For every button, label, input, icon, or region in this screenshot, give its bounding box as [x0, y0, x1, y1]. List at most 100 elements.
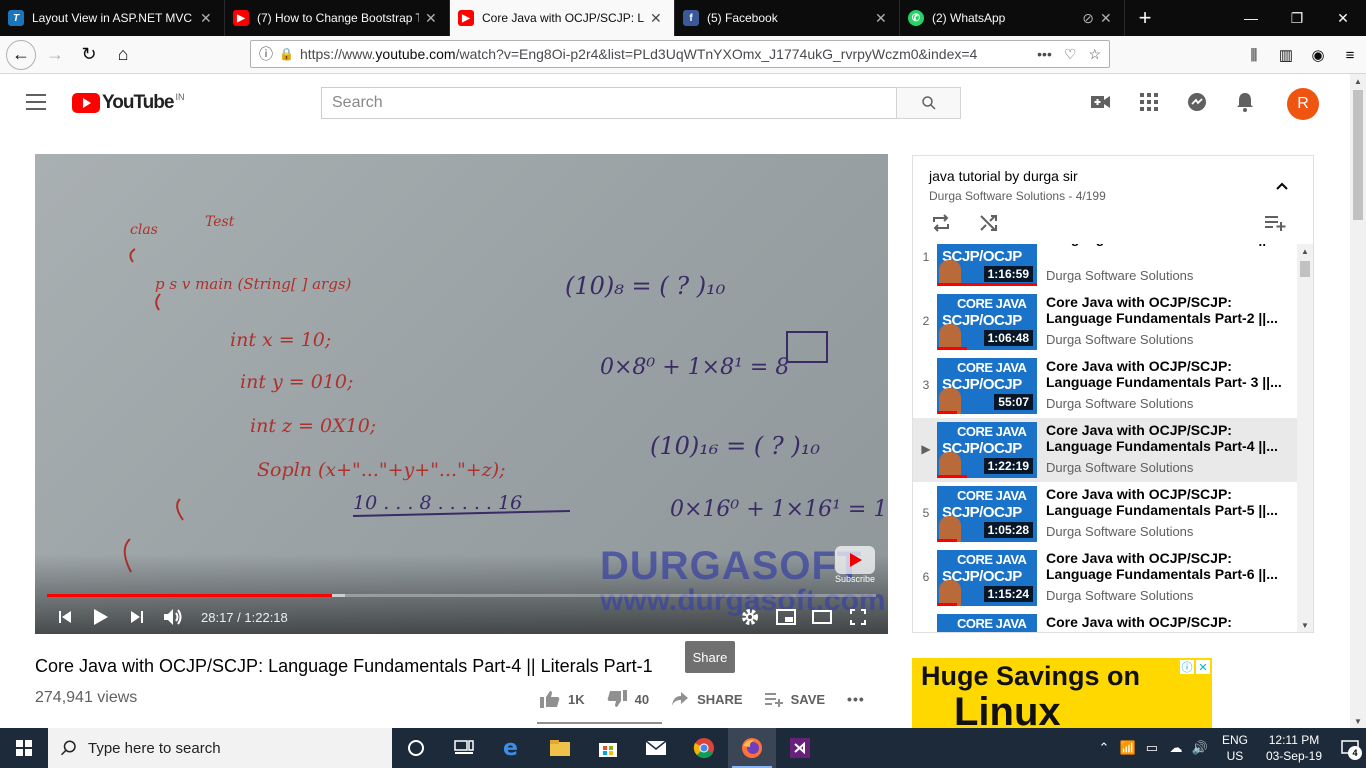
shuffle-icon[interactable] [979, 214, 999, 237]
apps-grid-icon[interactable] [1137, 90, 1161, 114]
mail-icon[interactable] [632, 728, 680, 768]
next-button[interactable] [119, 600, 155, 634]
fullscreen-button[interactable] [840, 600, 876, 634]
edge-browser-icon[interactable]: e [488, 728, 536, 768]
miniplayer-button[interactable] [768, 600, 804, 634]
show-hidden-icons-chevron-icon[interactable]: ⌃ [1092, 740, 1116, 756]
firefox-icon[interactable] [728, 728, 776, 768]
store-icon[interactable] [584, 728, 632, 768]
start-button[interactable] [0, 728, 48, 768]
forward-button[interactable]: → [40, 40, 70, 70]
more-actions-icon[interactable]: ••• [847, 691, 865, 707]
lock-icon[interactable]: 🔒 [279, 47, 294, 61]
chrome-icon[interactable] [680, 728, 728, 768]
browser-tab[interactable]: ▶ (7) How to Change Bootstrap T ✕ [225, 0, 450, 36]
action-center-icon[interactable]: 4 [1334, 728, 1366, 768]
back-button[interactable]: ← [6, 39, 36, 70]
page-actions-icon[interactable]: ••• [1037, 46, 1052, 63]
file-explorer-icon[interactable] [536, 728, 584, 768]
theater-mode-button[interactable] [804, 600, 840, 634]
playlist-item[interactable]: 3 CORE JAVA SCJP/OCJP 55:07 Core Java with O… [913, 354, 1297, 418]
info-icon[interactable]: ⓘ [259, 44, 273, 64]
scroll-up-icon[interactable]: ▲ [1350, 74, 1366, 88]
close-tab-icon[interactable]: ✕ [875, 10, 891, 27]
home-button[interactable]: ⌂ [108, 40, 138, 70]
task-view-icon[interactable] [440, 728, 488, 768]
ad-close-icon[interactable]: ✕ [1196, 660, 1210, 674]
new-tab-button[interactable]: + [1125, 0, 1165, 36]
sidebar-icon[interactable]: ▥ [1270, 40, 1302, 70]
visual-studio-icon[interactable] [776, 728, 824, 768]
reload-button[interactable]: ↻ [74, 40, 104, 70]
video-thumbnail[interactable]: CORE JAVA SCJP/OCJP 1:06:48 [937, 294, 1037, 350]
playlist-item[interactable]: 5 CORE JAVA SCJP/OCJP 1:05:28 Core Java with… [913, 482, 1297, 546]
loop-icon[interactable] [931, 214, 951, 237]
browser-tab-active[interactable]: ▶ Core Java with OCJP/SCJP: Lan ✕ [450, 0, 675, 36]
close-tab-icon[interactable]: ✕ [425, 10, 441, 27]
browser-tab[interactable]: f (5) Facebook ✕ [675, 0, 900, 36]
account-icon[interactable]: ◉ [1302, 40, 1334, 70]
mute-tab-icon[interactable]: ⊘ [1082, 10, 1094, 27]
pocket-icon[interactable]: ♡ [1064, 46, 1077, 63]
scroll-down-icon[interactable]: ▼ [1350, 714, 1366, 728]
share-button[interactable]: SHARE [671, 691, 743, 707]
video-thumbnail[interactable]: CORE JAVASCJP/OCJP1:16:59 [937, 244, 1037, 286]
taskbar-search-input[interactable]: Type here to search [48, 728, 392, 768]
ad-banner[interactable]: Huge Savings on Linux ⓘ ✕ [912, 658, 1212, 728]
scroll-up-icon[interactable]: ▲ [1297, 244, 1313, 258]
notifications-bell-icon[interactable] [1233, 90, 1257, 114]
collapse-chevron-up-icon[interactable] [1275, 178, 1289, 196]
scroll-down-icon[interactable]: ▼ [1297, 618, 1313, 632]
playlist-item[interactable]: 1 CORE JAVASCJP/OCJP1:16:59 Language Funda… [913, 244, 1297, 290]
system-clock[interactable]: 12:11 PM 03-Sep-19 [1266, 732, 1322, 764]
subscribe-badge-icon[interactable] [835, 546, 875, 574]
ad-info-icon[interactable]: ⓘ [1180, 660, 1194, 674]
save-playlist-icon[interactable] [1265, 214, 1287, 237]
youtube-logo[interactable]: YouTube IN [72, 92, 184, 114]
video-player[interactable]: clas Test p s v main (String[ ] args) in… [35, 154, 888, 634]
save-button[interactable]: SAVE [764, 691, 825, 707]
video-thumbnail[interactable]: CORE JAVASCJP/OCJP [937, 614, 1037, 632]
playlist-item[interactable]: 2 CORE JAVA SCJP/OCJP 1:06:48 Core Java with… [913, 290, 1297, 354]
search-button[interactable] [896, 87, 961, 119]
previous-button[interactable] [47, 600, 83, 634]
cortana-icon[interactable] [392, 728, 440, 768]
video-thumbnail[interactable]: CORE JAVA SCJP/OCJP 55:07 [937, 358, 1037, 414]
network-icon[interactable]: 📶 [1116, 740, 1140, 756]
settings-button[interactable] [732, 600, 768, 634]
close-tab-icon[interactable]: ✕ [200, 10, 216, 27]
create-video-icon[interactable] [1089, 90, 1113, 114]
video-thumbnail[interactable]: CORE JAVA SCJP/OCJP 1:22:19 [937, 422, 1037, 478]
playlist-item[interactable]: 7CORE JAVASCJP/OCJPCore Java with OCJP/S… [913, 610, 1297, 632]
search-input[interactable]: Search [321, 87, 897, 119]
play-button[interactable] [83, 600, 119, 634]
volume-icon[interactable]: 🔊 [1188, 740, 1212, 756]
video-thumbnail[interactable]: CORE JAVA SCJP/OCJP 1:05:28 [937, 486, 1037, 542]
minimize-icon[interactable]: — [1228, 0, 1274, 36]
dislike-button[interactable]: 40 [607, 690, 649, 708]
close-tab-icon[interactable]: ✕ [1100, 10, 1116, 27]
messages-icon[interactable] [1185, 90, 1209, 114]
battery-icon[interactable]: ▭ [1140, 740, 1164, 756]
avatar[interactable]: R [1287, 88, 1319, 120]
progress-bar[interactable] [47, 594, 876, 597]
url-text[interactable]: https://www.youtube.com/watch?v=Eng8Oi-p… [300, 46, 1037, 62]
onedrive-icon[interactable]: ☁ [1164, 740, 1188, 756]
input-language[interactable]: ENG US [1222, 732, 1248, 764]
like-button[interactable]: 1K [540, 690, 585, 708]
playlist-item[interactable]: 6 CORE JAVA SCJP/OCJP 1:15:24 Core Java with… [913, 546, 1297, 610]
browser-tab[interactable]: ✆ (2) WhatsApp ⊘ ✕ [900, 0, 1125, 36]
bookmark-star-icon[interactable]: ☆ [1088, 46, 1101, 63]
playlist-title[interactable]: java tutorial by durga sir [929, 168, 1078, 184]
playlist-item-current[interactable]: ▶ CORE JAVA SCJP/OCJP 1:22:19 Core Java with… [913, 418, 1297, 482]
browser-tab[interactable]: T Layout View in ASP.NET MVC ✕ [0, 0, 225, 36]
menu-icon[interactable]: ≡ [1334, 40, 1366, 70]
close-tab-icon[interactable]: ✕ [650, 10, 666, 27]
guide-menu-icon[interactable] [26, 94, 46, 110]
restore-icon[interactable]: ❐ [1274, 0, 1320, 36]
volume-button[interactable] [155, 600, 191, 634]
playlist-scrollbar[interactable]: ▲ ▼ [1297, 244, 1313, 632]
url-bar[interactable]: ⓘ 🔒 https://www.youtube.com/watch?v=Eng8… [250, 40, 1110, 68]
close-window-icon[interactable]: ✕ [1320, 0, 1366, 36]
video-thumbnail[interactable]: CORE JAVA SCJP/OCJP 1:15:24 [937, 550, 1037, 606]
